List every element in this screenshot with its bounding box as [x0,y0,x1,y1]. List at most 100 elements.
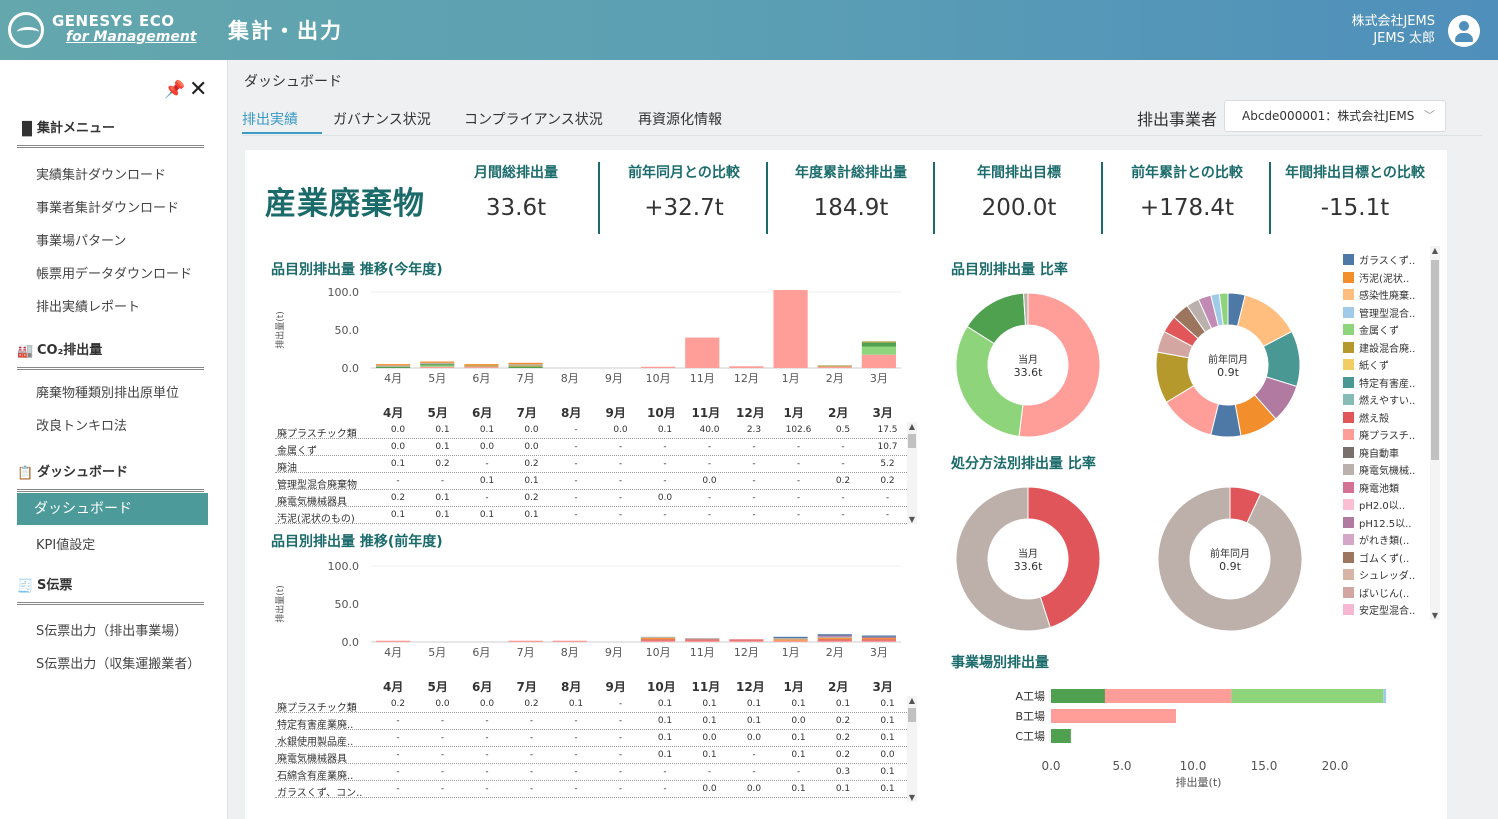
legend-item[interactable]: pH12.5以.. [1343,515,1412,530]
scroll-down-icon[interactable]: ▼ [907,793,917,802]
scrollbar-thumb[interactable] [908,434,916,448]
table-scrollbar[interactable]: ▲ ▼ [907,696,917,802]
legend-item[interactable]: 建設混合廃.. [1343,340,1415,355]
legend-scrollbar[interactable]: ▲ ▼ [1430,246,1440,620]
legend-label: ゴムくず(.. [1359,553,1410,565]
pin-icon[interactable]: 📌 [164,80,185,100]
sidebar-item-dashboard[interactable]: ダッシュボード [17,493,208,525]
scroll-up-icon[interactable]: ▲ [907,422,917,431]
bar-segment [685,337,720,368]
sidebar-item[interactable]: 事業者集計ダウンロード [36,197,179,216]
legend-item[interactable]: 燃え殻 [1343,410,1389,425]
table-cell: - [485,750,489,760]
close-icon[interactable]: ✕ [189,77,207,102]
legend-item[interactable]: 廃プラスチ.. [1343,427,1415,442]
table-cell: 0.2 [524,493,539,503]
table-cell: - [707,767,712,777]
sidebar-item[interactable]: 排出実績レポート [36,296,140,315]
table-cell: - [618,750,623,760]
table-cell: - [752,493,756,503]
legend-item[interactable]: ゴムくず(.. [1343,550,1410,565]
table-cell: - [529,784,534,794]
legend-item[interactable]: pH2.0以.. [1343,497,1405,512]
bar-segment [685,638,720,640]
avatar-icon[interactable] [1448,15,1480,47]
sidebar-item[interactable]: KPI値設定 [36,534,95,553]
bar-segment [420,366,455,368]
table-column-header: 5月 [427,406,448,420]
x-tick-label: 5.0 [1112,759,1131,773]
y-tick-label: C工場 [1015,730,1045,743]
legend-item[interactable]: 管理型混合.. [1343,305,1415,320]
scroll-up-icon[interactable]: ▲ [1430,246,1440,255]
discharger-select[interactable]: Abcde000001：株式会社JEMS ﹀ [1224,100,1446,132]
legend-label: シュレッダ.. [1359,571,1416,582]
legend-item[interactable]: 廃電池類 [1343,480,1399,495]
table-cell: - [618,784,623,794]
legend-item[interactable]: ガラスくず.. [1343,252,1415,267]
scroll-down-icon[interactable]: ▼ [1430,611,1440,620]
legend-item[interactable]: シュレッダ.. [1343,567,1416,582]
legend-item[interactable]: 金属くず [1343,322,1399,337]
legend-label: 燃え殻 [1359,413,1389,425]
x-tick-label: 3月 [870,372,888,385]
table-cell: 0.0 [746,733,762,743]
sidebar-item[interactable]: 事業場パターン [36,230,126,249]
table-cell: 0.1 [390,510,406,520]
table-row: 廃プラスチック類 0.0 0.1 0.1 0.0 - 0.0 0.1 40.0 2.3 102.6 0… [275,422,907,440]
table-cell: 0.1 [657,425,673,435]
sidebar-item[interactable]: 帳票用データダウンロード [36,263,192,282]
table-cell: 0.1 [880,699,895,709]
table-scrollbar[interactable]: ▲ ▼ [907,422,917,524]
table-cell: 0.0 [613,425,628,435]
legend-item[interactable]: 安定型混合.. [1343,602,1415,617]
scroll-down-icon[interactable]: ▼ [907,515,917,524]
table-cell: 0.1 [568,699,584,709]
legend-item[interactable]: ばいじん(.. [1343,585,1409,600]
table-cell: 0.1 [880,767,895,777]
legend-item[interactable]: 燃えやすい.. [1343,392,1415,407]
tab-divider [242,135,1482,136]
table-cell: - [752,476,756,486]
bar-segment [861,639,896,641]
main-content: ダッシュボード 排出実績 ガバナンス状況 コンプライアンス状況 再資源化情報 排出事業… [228,60,1498,819]
table-column-header: 12月 [736,406,765,420]
legend-item[interactable]: 特定有害産.. [1343,375,1415,390]
tab-4[interactable]: 再資源化情報 [638,109,722,129]
scroll-up-icon[interactable]: ▲ [907,696,917,705]
table-column-header: 6月 [472,406,493,420]
table-cell: 0.1 [791,733,806,743]
table-cell: 0.0 [657,493,673,503]
donut-chart-item-current: 当月33.6t [955,292,1101,438]
table-cell: - [663,784,667,794]
tab-1[interactable]: 排出実績 [242,109,298,129]
legend-item[interactable]: 紙くず [1343,357,1389,372]
sidebar-item[interactable]: 廃棄物種類別排出原単位 [36,382,179,401]
scrollbar-thumb[interactable] [908,708,916,722]
bar-segment [376,640,411,642]
sidebar-item[interactable]: S伝票出力（排出事業場） [36,620,187,639]
legend-item[interactable]: 汚泥(泥状.. [1343,270,1409,285]
bar-segment [861,346,896,355]
bar-segment [817,635,852,637]
legend-item[interactable]: 廃自動車 [1343,445,1399,460]
tab-3[interactable]: コンプライアンス状況 [464,109,603,129]
legend-item[interactable]: がれき類(.. [1343,532,1409,547]
x-tick-label: 7月 [517,646,535,659]
table-cell: - [796,493,801,503]
sidebar-item[interactable]: 改良トンキロ法 [36,415,127,434]
sidebar-item[interactable]: 実績集計ダウンロード [36,164,166,183]
kpi-divider [1101,162,1103,234]
sidebar: 📌 ✕ ▐▌ 集計メニュー 実績集計ダウンロード 事業者集計ダウンロード 事業場パターン… [0,60,228,819]
legend-label: 廃電池類 [1359,483,1399,495]
dashboard-panel: 産業廃棄物 月間総排出量 33.6t 前年同月との比較 +32.7t 年度累計総排出量 1… [245,150,1447,819]
genesys-eco-logo[interactable]: GENESYS ECO for Management [8,10,208,52]
table-cell: - [752,510,756,520]
scrollbar-thumb[interactable] [1431,260,1439,460]
legend-item[interactable]: 感染性廃棄.. [1343,287,1415,302]
x-tick-label: 1月 [782,646,800,659]
tab-2[interactable]: ガバナンス状況 [333,109,431,129]
legend-swatch [1343,446,1354,458]
legend-item[interactable]: 廃電気機械.. [1343,462,1415,477]
sidebar-item[interactable]: S伝票出力（収集運搬業者） [36,653,200,672]
